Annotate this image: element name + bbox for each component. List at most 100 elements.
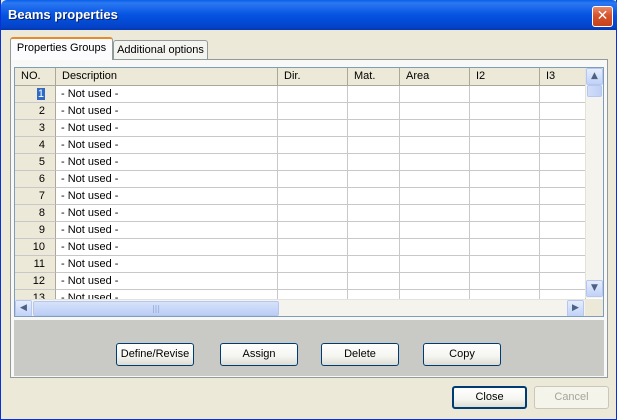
row-area[interactable] [400,171,470,188]
close-icon[interactable]: ✕ [592,6,613,27]
row-number[interactable]: 4 [15,137,56,154]
row-description[interactable]: - Not used - [56,120,278,137]
row-number[interactable]: 2 [15,103,56,120]
copy-button[interactable]: Copy [423,343,501,366]
table-row[interactable]: 10 - Not used - [15,239,586,256]
row-area[interactable] [400,256,470,273]
row-number[interactable]: 6 [15,171,56,188]
row-mat[interactable] [348,222,400,239]
row-i3[interactable] [540,120,586,137]
assign-button[interactable]: Assign [220,343,298,366]
table-row[interactable]: 8 - Not used - [15,205,586,222]
table-row[interactable]: 12 - Not used - [15,273,586,290]
title-bar[interactable]: Beams properties ✕ [1,0,617,30]
horizontal-scrollbar[interactable]: ◀ ||| ▶ [15,299,585,316]
table-row[interactable]: 2 - Not used - [15,103,586,120]
horizontal-scroll-thumb[interactable]: ||| [33,301,279,316]
row-description[interactable]: - Not used - [56,222,278,239]
row-number[interactable]: 5 [15,154,56,171]
row-description[interactable]: - Not used - [56,239,278,256]
column-header-dir[interactable]: Dir. [278,68,348,86]
row-description[interactable]: - Not used - [56,171,278,188]
scroll-left-icon[interactable]: ◀ [15,300,32,316]
row-number[interactable]: 11 [15,256,56,273]
row-i2[interactable] [470,86,540,103]
vertical-scroll-thumb[interactable] [587,85,602,97]
table-row[interactable]: 6 - Not used - [15,171,586,188]
row-i2[interactable] [470,171,540,188]
row-i2[interactable] [470,154,540,171]
row-i2[interactable] [470,205,540,222]
row-description[interactable]: - Not used - [56,154,278,171]
scroll-up-icon[interactable]: ▲ [586,68,603,85]
row-area[interactable] [400,137,470,154]
tab-additional-options[interactable]: Additional options [113,40,208,59]
column-header-description[interactable]: Description [56,68,278,86]
table-row[interactable]: 7 - Not used - [15,188,586,205]
row-i3[interactable] [540,188,586,205]
row-area[interactable] [400,154,470,171]
tab-properties-groups[interactable]: Properties Groups [10,37,113,60]
table-row[interactable]: 5 - Not used - [15,154,586,171]
row-dir[interactable] [278,256,348,273]
row-i2[interactable] [470,256,540,273]
table-row[interactable]: 3 - Not used - [15,120,586,137]
row-i2[interactable] [470,137,540,154]
delete-button[interactable]: Delete [321,343,399,366]
row-mat[interactable] [348,137,400,154]
row-mat[interactable] [348,120,400,137]
row-number[interactable]: 3 [15,120,56,137]
row-i3[interactable] [540,137,586,154]
row-dir[interactable] [278,239,348,256]
row-number[interactable]: 1 [15,86,56,103]
row-mat[interactable] [348,171,400,188]
row-description[interactable]: - Not used - [56,137,278,154]
scroll-right-icon[interactable]: ▶ [567,300,584,316]
row-dir[interactable] [278,171,348,188]
row-description[interactable]: - Not used - [56,205,278,222]
row-number[interactable]: 8 [15,205,56,222]
row-i2[interactable] [470,120,540,137]
row-number[interactable]: 9 [15,222,56,239]
row-i2[interactable] [470,273,540,290]
table-row[interactable]: 11 - Not used - [15,256,586,273]
define-revise-button[interactable]: Define/Revise [116,343,194,366]
row-dir[interactable] [278,273,348,290]
row-mat[interactable] [348,273,400,290]
row-mat[interactable] [348,103,400,120]
scroll-down-icon[interactable]: ▼ [586,280,603,297]
row-i2[interactable] [470,188,540,205]
row-area[interactable] [400,205,470,222]
row-area[interactable] [400,103,470,120]
column-header-i2[interactable]: I2 [470,68,540,86]
row-i2[interactable] [470,239,540,256]
column-header-mat[interactable]: Mat. [348,68,400,86]
row-area[interactable] [400,120,470,137]
row-i3[interactable] [540,222,586,239]
column-header-area[interactable]: Area [400,68,470,86]
row-i3[interactable] [540,103,586,120]
row-i3[interactable] [540,86,586,103]
vertical-scrollbar[interactable]: ▲ ▼ [585,68,603,298]
table-row[interactable]: 9 - Not used - [15,222,586,239]
row-mat[interactable] [348,188,400,205]
row-description[interactable]: - Not used - [56,273,278,290]
row-area[interactable] [400,273,470,290]
column-header-no[interactable]: NO. [15,68,56,86]
table-row[interactable]: 1 - Not used - [15,86,586,103]
row-dir[interactable] [278,222,348,239]
row-i3[interactable] [540,171,586,188]
row-dir[interactable] [278,103,348,120]
row-area[interactable] [400,188,470,205]
row-dir[interactable] [278,154,348,171]
row-dir[interactable] [278,205,348,222]
row-number[interactable]: 10 [15,239,56,256]
row-i3[interactable] [540,205,586,222]
row-dir[interactable] [278,120,348,137]
row-description[interactable]: - Not used - [56,188,278,205]
row-description[interactable]: - Not used - [56,86,278,103]
close-button[interactable]: Close [452,386,527,409]
row-i2[interactable] [470,103,540,120]
row-number[interactable]: 7 [15,188,56,205]
row-description[interactable]: - Not used - [56,256,278,273]
